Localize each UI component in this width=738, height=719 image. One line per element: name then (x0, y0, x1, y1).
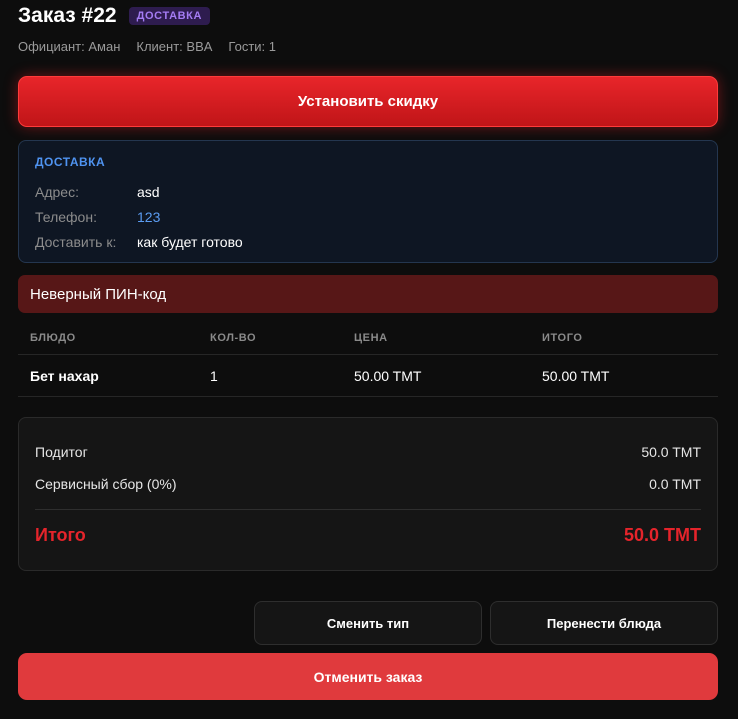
deliver-at-label: Доставить к: (35, 233, 117, 250)
totals-card: Подитог 50.0 TMT Сервисный сбор (0%) 0.0… (18, 417, 718, 571)
client-info: Клиент: BBA (136, 39, 213, 54)
column-header-price: ЦЕНА (354, 332, 388, 344)
delivery-heading: ДОСТАВКА (35, 155, 106, 169)
column-header-total: ИТОГО (542, 332, 583, 344)
phone-row: Телефон: 123 (35, 204, 701, 229)
dish-name: Бет нахар (30, 367, 99, 384)
order-type-badge: ДОСТАВКА (128, 7, 211, 25)
subtotal-label: Подитог (35, 444, 88, 460)
order-items-table: БЛЮДО КОЛ-ВО ЦЕНА ИТОГО Бет нахар 1 50.0… (18, 322, 718, 397)
grand-total-label: Итого (35, 524, 86, 545)
service-fee-label: Сервисный сбор (0%) (35, 476, 177, 492)
column-header-dish: БЛЮДО (30, 332, 76, 344)
table-row[interactable]: Бет нахар 1 50.00 TMT 50.00 TMT (18, 355, 718, 397)
waiter-info: Официант: Аман (18, 39, 121, 54)
subtotal-value: 50.0 TMT (641, 444, 701, 460)
phone-link[interactable]: 123 (137, 209, 160, 225)
order-meta: Официант: Аман Клиент: BBA Гости: 1 (18, 39, 276, 54)
delivery-info-card: ДОСТАВКА Адрес: asd Телефон: 123 Достави… (18, 140, 718, 263)
cancel-order-button[interactable]: Отменить заказ (18, 653, 718, 700)
service-fee-row: Сервисный сбор (0%) 0.0 TMT (35, 468, 701, 500)
column-header-qty: КОЛ-ВО (210, 332, 257, 344)
set-discount-button[interactable]: Установить скидку (18, 76, 718, 127)
address-row: Адрес: asd (35, 179, 701, 204)
table-header: БЛЮДО КОЛ-ВО ЦЕНА ИТОГО (18, 322, 718, 355)
grand-total-value: 50.0 TMT (623, 524, 701, 545)
error-banner: Неверный ПИН-код (18, 275, 718, 313)
page-title: Заказ #22 (18, 4, 117, 27)
dish-qty: 1 (210, 367, 218, 384)
subtotal-row: Подитог 50.0 TMT (35, 436, 701, 468)
order-page: Заказ #22 ДОСТАВКА Официант: Аман Клиент… (0, 0, 738, 719)
grand-total-row: Итого 50.0 TMT (35, 510, 701, 560)
deliver-at-row: Доставить к: как будет готово (35, 229, 701, 254)
order-header: Заказ #22 ДОСТАВКА (18, 4, 211, 28)
address-label: Адрес: (35, 183, 79, 200)
change-type-button[interactable]: Сменить тип (254, 601, 482, 645)
deliver-at-value: как будет готово (137, 233, 243, 250)
move-dishes-button[interactable]: Перенести блюда (490, 601, 718, 645)
phone-label: Телефон: (35, 208, 97, 225)
dish-total: 50.00 TMT (542, 367, 610, 384)
dish-price: 50.00 TMT (354, 367, 422, 384)
guests-info: Гости: 1 (228, 39, 276, 54)
service-fee-value: 0.0 TMT (649, 476, 701, 492)
address-value: asd (137, 183, 160, 200)
